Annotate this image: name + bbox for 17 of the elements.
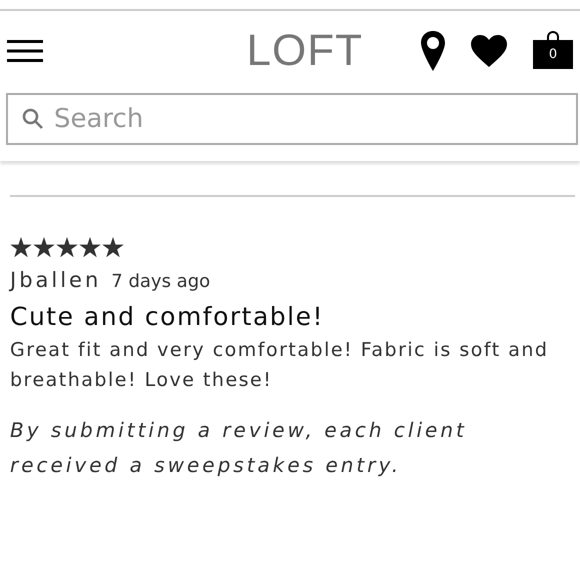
heart-icon[interactable] — [471, 35, 507, 67]
reviewer-name: Jballen — [10, 268, 102, 292]
search-icon — [22, 108, 44, 130]
disclaimer-text: By submitting a review, each client received a sweepstakes entry. — [10, 417, 468, 479]
review-title: Cute and comfortable! — [10, 302, 326, 331]
star-icon — [33, 237, 55, 258]
star-icon — [56, 237, 78, 258]
review-text: Great fit and very comfortable! Fabric is soft and breathable! Love these! — [10, 338, 550, 393]
star-icon — [79, 237, 101, 258]
menu-icon[interactable] — [7, 39, 43, 63]
star-icon — [102, 237, 124, 258]
cart-count: 0 — [548, 46, 558, 62]
location-pin-icon[interactable] — [421, 31, 445, 71]
search-field[interactable]: Search — [6, 93, 578, 145]
logo[interactable]: LOFT — [246, 26, 363, 76]
review-date: 7 days ago — [111, 271, 210, 292]
star-icon — [10, 237, 32, 258]
